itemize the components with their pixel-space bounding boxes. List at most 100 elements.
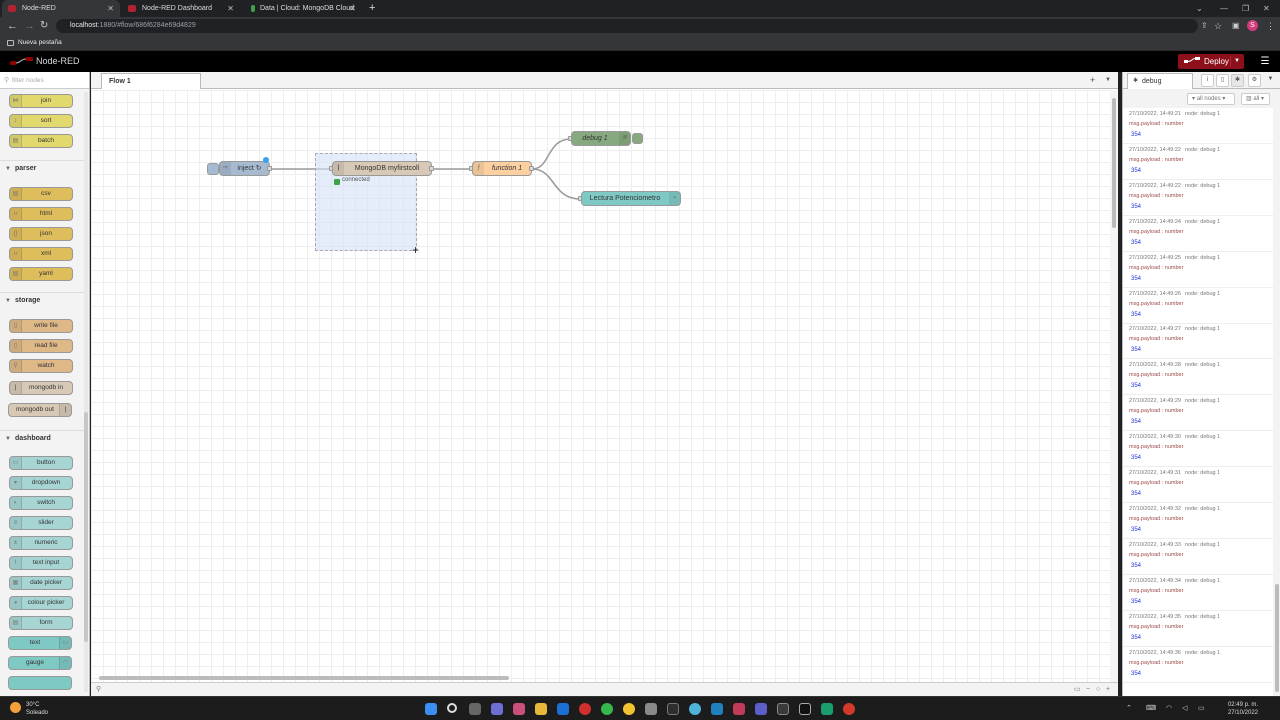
debug-message-value[interactable]: 354 bbox=[1131, 168, 1141, 174]
canvas-vertical-scrollbar[interactable] bbox=[1110, 90, 1118, 686]
minimize-icon[interactable]: — bbox=[1220, 0, 1228, 17]
debug-message-value[interactable]: 354 bbox=[1131, 240, 1141, 246]
palette-node-watch[interactable]: ⚲ watch bbox=[9, 359, 73, 373]
palette-scrollbar[interactable] bbox=[84, 92, 88, 692]
debug-message-node[interactable]: node: debug 1 bbox=[1185, 362, 1220, 368]
teams-chat-icon[interactable] bbox=[491, 703, 503, 715]
debug-message-node[interactable]: node: debug 1 bbox=[1185, 111, 1220, 117]
volume-icon[interactable]: ◁ bbox=[1182, 704, 1187, 712]
palette-node-slider[interactable]: ≡ slider bbox=[9, 516, 73, 530]
canvas-horizontal-scrollbar[interactable] bbox=[91, 674, 1110, 682]
debug-message[interactable]: 27/10/2022, 14:49:32 node: debug 1 msg.pay… bbox=[1123, 503, 1273, 539]
close-window-icon[interactable]: ✕ bbox=[1263, 0, 1270, 17]
palette-node-read-file[interactable]: ▯ read file bbox=[9, 339, 73, 353]
config-gear-icon[interactable]: ⚙ bbox=[1248, 74, 1261, 87]
palette-category-dashboard[interactable]: ▼ dashboard bbox=[0, 430, 84, 446]
close-tab-icon[interactable]: ✕ bbox=[107, 0, 114, 17]
search-flows-icon[interactable]: ⚲ bbox=[96, 684, 101, 696]
wifi-icon[interactable]: ◠ bbox=[1166, 704, 1172, 712]
app-green-icon[interactable] bbox=[821, 703, 833, 715]
output-port[interactable] bbox=[429, 166, 434, 171]
debug-message-value[interactable]: 354 bbox=[1131, 635, 1141, 641]
language-icon[interactable]: ⌨ bbox=[1146, 704, 1156, 712]
search-icon[interactable] bbox=[447, 703, 457, 713]
debug-message-node[interactable]: node: debug 1 bbox=[1185, 650, 1220, 656]
tray-chevron-icon[interactable]: ⌃ bbox=[1126, 704, 1132, 712]
vscode-icon[interactable] bbox=[711, 703, 723, 715]
zoom-in-icon[interactable]: + bbox=[1106, 684, 1110, 696]
deploy-dropdown-caret-icon[interactable]: ▼ bbox=[1234, 54, 1240, 69]
canvas-vscroll-thumb[interactable] bbox=[1112, 98, 1116, 228]
back-arrow-icon[interactable]: ← bbox=[7, 18, 18, 34]
debug-message-value[interactable]: 354 bbox=[1131, 419, 1141, 425]
windows-start-icon[interactable] bbox=[425, 703, 437, 715]
system-clock[interactable]: 02:49 p. m. 27/10/2022 bbox=[1222, 701, 1258, 717]
url-input[interactable]: localhost:1880/#flow/686f6284e69d4829 bbox=[56, 19, 1198, 33]
debug-message-node[interactable]: node: debug 1 bbox=[1185, 147, 1220, 153]
profile-avatar[interactable]: S bbox=[1247, 20, 1258, 31]
debug-message[interactable]: 27/10/2022, 14:49:36 node: debug 1 msg.pay… bbox=[1123, 647, 1273, 683]
debug-message[interactable]: 27/10/2022, 14:49:35 node: debug 1 msg.pay… bbox=[1123, 611, 1273, 647]
palette-node-join[interactable]: ⋈ join bbox=[9, 94, 73, 108]
debug-message-node[interactable]: node: debug 1 bbox=[1185, 183, 1220, 189]
tab-search-chevron-icon[interactable]: ⌄ bbox=[1196, 0, 1203, 17]
main-menu-icon[interactable]: ☰ bbox=[1258, 54, 1272, 69]
browser-tab-nodered[interactable]: Node-RED ✕ bbox=[2, 0, 120, 17]
sidebar-scrollbar[interactable] bbox=[1273, 108, 1280, 696]
output-port[interactable] bbox=[267, 166, 272, 171]
debug-node[interactable]: debug 1 ≣ bbox=[571, 131, 631, 146]
close-tab-icon[interactable]: ✕ bbox=[227, 0, 234, 17]
settings-icon[interactable] bbox=[645, 703, 657, 715]
sidebar-scroll-thumb[interactable] bbox=[1275, 584, 1279, 692]
restore-icon[interactable]: ❐ bbox=[1242, 0, 1249, 17]
debug-message[interactable]: 27/10/2022, 14:49:26 node: debug 1 msg.pay… bbox=[1123, 288, 1273, 324]
help-book-icon[interactable]: ▯ bbox=[1216, 74, 1229, 87]
debug-message-node[interactable]: node: debug 1 bbox=[1185, 578, 1220, 584]
deploy-button[interactable]: Deploy ▼ bbox=[1178, 54, 1244, 69]
palette-node-colour-picker[interactable]: ◕ colour picker bbox=[9, 596, 73, 610]
battery-icon[interactable]: ▭ bbox=[1198, 704, 1205, 712]
side-panel-icon[interactable]: ▣ bbox=[1232, 18, 1240, 34]
palette-node-date-picker[interactable]: ▦ date picker bbox=[9, 576, 73, 590]
palette-node-json[interactable]: {} json bbox=[9, 227, 73, 241]
sidebar-caret-icon[interactable]: ▼ bbox=[1264, 74, 1277, 87]
bookmark-star-icon[interactable]: ☆ bbox=[1214, 18, 1222, 34]
debug-message-node[interactable]: node: debug 1 bbox=[1185, 434, 1220, 440]
debug-message-value[interactable]: 354 bbox=[1131, 563, 1141, 569]
debug-message-node[interactable]: node: debug 1 bbox=[1185, 291, 1220, 297]
browser-tab-mongodb[interactable]: Data | Cloud: MongoDB Cloud ✕ bbox=[242, 0, 362, 17]
palette-category-storage[interactable]: ▼ storage bbox=[0, 292, 84, 308]
debug-message-node[interactable]: node: debug 1 bbox=[1185, 542, 1220, 548]
debug-message[interactable]: 27/10/2022, 14:49:21 node: debug 1 msg.pay… bbox=[1123, 108, 1273, 144]
palette-node-csv[interactable]: ▤ csv bbox=[9, 187, 73, 201]
debug-message-node[interactable]: node: debug 1 bbox=[1185, 255, 1220, 261]
debug-message-value[interactable]: 354 bbox=[1131, 599, 1141, 605]
palette-category-parser[interactable]: ▼ parser bbox=[0, 160, 84, 176]
palette-node-switch[interactable]: ◐ switch bbox=[9, 496, 73, 510]
app-icon[interactable] bbox=[733, 703, 745, 715]
debug-message[interactable]: 27/10/2022, 14:49:22 node: debug 1 msg.pay… bbox=[1123, 180, 1273, 216]
share-icon[interactable]: ⇪ bbox=[1201, 18, 1208, 34]
palette-node-gauge[interactable]: gauge ◠ bbox=[8, 656, 72, 670]
palette-scrollbar-thumb[interactable] bbox=[84, 412, 88, 642]
close-tab-icon[interactable]: ✕ bbox=[349, 0, 356, 17]
debug-filter-select[interactable]: ▾ all nodes ▾ bbox=[1187, 93, 1235, 105]
outlook-icon[interactable] bbox=[557, 703, 569, 715]
chart-node[interactable]: Lectura Potenciometro ⌁ bbox=[581, 191, 681, 206]
flow-list-caret-icon[interactable]: ▼ bbox=[1105, 72, 1111, 89]
debug-message[interactable]: 27/10/2022, 14:49:30 node: debug 1 msg.pay… bbox=[1123, 431, 1273, 468]
debug-message-value[interactable]: 354 bbox=[1131, 347, 1141, 353]
output-port[interactable] bbox=[529, 166, 534, 171]
tab-debug[interactable]: ✱ debug bbox=[1127, 73, 1193, 89]
terminal-icon[interactable] bbox=[667, 703, 679, 715]
palette-node-batch[interactable]: ▤ batch bbox=[9, 134, 73, 148]
debug-message-value[interactable]: 354 bbox=[1131, 671, 1141, 677]
browser-tab-dashboard[interactable]: Node-RED Dashboard ✕ bbox=[122, 0, 240, 17]
debug-message[interactable]: 27/10/2022, 14:49:22 node: debug 1 msg.pay… bbox=[1123, 144, 1273, 180]
debug-message[interactable]: 27/10/2022, 14:49:29 node: debug 1 msg.pay… bbox=[1123, 395, 1273, 432]
debug-bug-tab-icon[interactable]: ✱ bbox=[1231, 74, 1244, 87]
palette-node-mongodb-in[interactable]: ❙ mongodb in bbox=[9, 381, 73, 395]
edge-icon[interactable] bbox=[689, 703, 701, 715]
cmd-icon[interactable] bbox=[799, 703, 811, 715]
palette-node-html[interactable]: ‹› html bbox=[9, 207, 73, 221]
